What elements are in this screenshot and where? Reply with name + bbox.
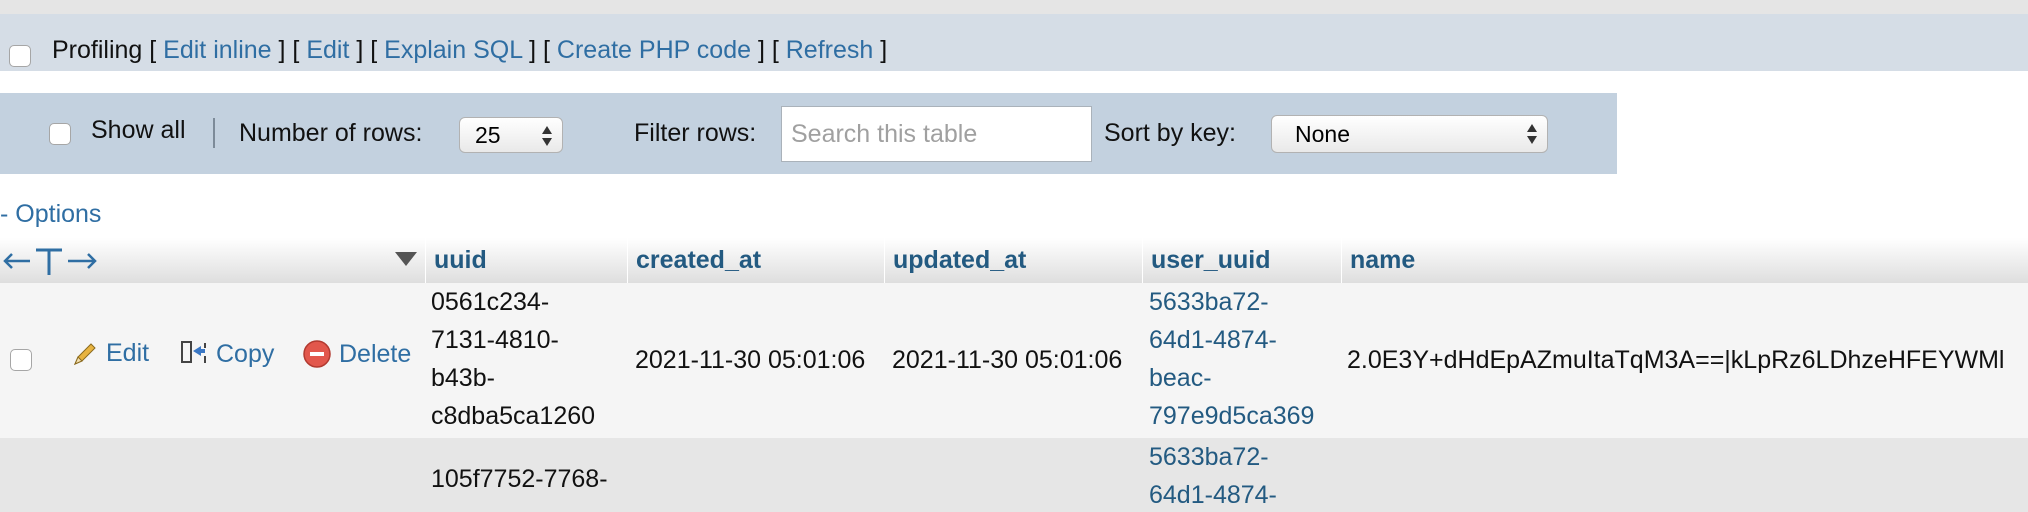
nav-separator (213, 118, 215, 148)
profiling-checkbox[interactable] (9, 45, 31, 67)
column-resize-arrows-icon[interactable] (2, 246, 98, 276)
cell-name: 2.0E3Y+dHdEpAZmuItaTqM3A==|kLpRz6LDhzeHF… (1347, 346, 2005, 374)
edit-inline-link[interactable]: Edit inline (163, 36, 271, 64)
refresh-link[interactable]: Refresh (786, 36, 874, 64)
cell-user-uuid-link[interactable]: 5633ba72- 64d1-4874- (1149, 438, 1277, 512)
create-php-code-link[interactable]: Create PHP code (557, 36, 751, 64)
cell-updated-at: 2021-11-30 05:01:06 (892, 346, 1123, 374)
table-header-row: uuid created_at updated_at user_uuid nam… (0, 238, 2028, 284)
row-checkbox[interactable] (10, 349, 32, 371)
sort-dropdown-icon[interactable] (395, 252, 417, 266)
column-header-user-uuid[interactable]: user_uuid (1142, 238, 1341, 283)
column-header-updated-at[interactable]: updated_at (884, 238, 1142, 283)
filter-rows-label: Filter rows: (634, 119, 757, 147)
table-row: 105f7752-7768- 5633ba72- 64d1-4874- (0, 438, 2028, 512)
cell-created-at: 2021-11-30 05:01:06 (635, 346, 866, 374)
sort-by-key-select[interactable]: None (1271, 115, 1548, 153)
table-row: Edit Copy Delete 0561c234- 7131-4810- b4… (0, 283, 2028, 438)
delete-row-button[interactable]: Delete (302, 339, 411, 369)
column-header-created-at[interactable]: created_at (627, 238, 884, 283)
delete-label: Delete (339, 339, 412, 368)
number-of-rows-select[interactable]: 25 (459, 117, 563, 153)
rows-label: Number of rows: (239, 119, 423, 147)
top-strip (0, 0, 2028, 14)
column-header-uuid[interactable]: uuid (425, 238, 627, 283)
profiling-toolbar: Profiling [ Edit inline ] [ Edit ] [ Exp… (52, 36, 888, 64)
profiling-bar: Profiling [ Edit inline ] [ Edit ] [ Exp… (0, 14, 2028, 71)
cell-uuid: 105f7752-7768- (431, 465, 608, 493)
filter-rows-input[interactable] (781, 106, 1092, 162)
select-arrows-icon (1527, 122, 1537, 146)
edit-link[interactable]: Edit (306, 36, 349, 64)
profiling-label: Profiling (52, 36, 143, 64)
cell-uuid: 0561c234- 7131-4810- b43b- c8dba5ca1260 (431, 288, 596, 430)
copy-row-button[interactable]: Copy (179, 339, 274, 369)
phpmyadmin-browse-page: Profiling [ Edit inline ] [ Edit ] [ Exp… (0, 0, 2028, 512)
copy-icon (181, 341, 206, 363)
copy-label: Copy (216, 339, 275, 368)
pencil-icon (74, 342, 96, 365)
show-all-control[interactable]: Show all (49, 93, 186, 174)
select-arrows-icon (542, 124, 552, 148)
cell-user-uuid-link[interactable]: 5633ba72- 64d1-4874- beac- 797e9d5ca369 (1149, 283, 1314, 435)
column-header-name[interactable]: name (1341, 238, 2028, 283)
options-toggle[interactable]: - Options (0, 200, 101, 229)
edit-label: Edit (106, 339, 150, 367)
sort-by-key-label: Sort by key: (1104, 119, 1236, 147)
edit-row-button[interactable]: Edit (71, 339, 149, 368)
show-all-label: Show all (91, 116, 186, 144)
show-all-checkbox[interactable] (49, 122, 71, 145)
explain-sql-link[interactable]: Explain SQL (384, 36, 522, 64)
delete-icon (303, 340, 331, 368)
rows-select-value: 25 (475, 121, 501, 148)
sort-select-value: None (1295, 120, 1350, 147)
